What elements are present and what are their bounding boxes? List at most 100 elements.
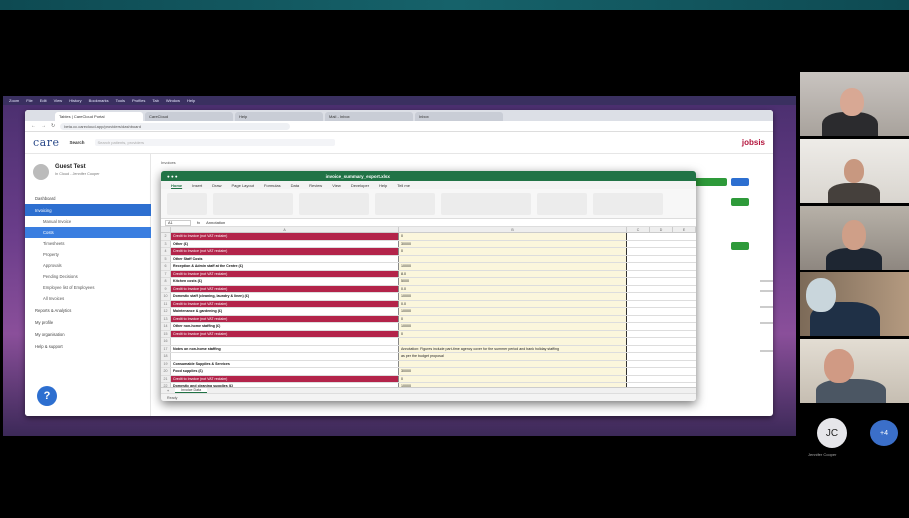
cell-empty[interactable] xyxy=(627,315,696,322)
sidebar-item-property[interactable]: Property xyxy=(25,249,151,260)
excel-tab-developer[interactable]: Developer xyxy=(351,183,369,188)
browser-tab[interactable]: Help xyxy=(235,112,323,121)
row-number[interactable]: 11 xyxy=(161,300,171,307)
cell-empty[interactable] xyxy=(627,345,696,352)
cell-value[interactable]: 10000 xyxy=(399,323,627,330)
clipboard-group[interactable] xyxy=(167,192,207,215)
cell-label[interactable]: Other Staff Costs xyxy=(171,255,399,262)
cell-empty[interactable] xyxy=(627,323,696,330)
cell-empty[interactable] xyxy=(627,263,696,270)
cell-label[interactable] xyxy=(171,353,399,360)
cell-label[interactable]: Reception & Admin staff at the Centre (£… xyxy=(171,263,399,270)
autosave-icon[interactable]: ● ● ● xyxy=(167,174,178,179)
row-number[interactable]: 19 xyxy=(161,360,171,367)
menubar-item[interactable]: History xyxy=(69,98,81,103)
styles-group[interactable] xyxy=(441,192,531,215)
forward-icon[interactable]: → xyxy=(41,123,46,129)
cell-value[interactable]: 10000 xyxy=(399,293,627,300)
excel-tab-data[interactable]: Data xyxy=(291,183,299,188)
sidebar-item-employee-list-of-employees[interactable]: Employee list of Employees xyxy=(25,282,151,293)
cell-label[interactable]: Credit to Invoice (not VAT reclaim) xyxy=(171,375,399,382)
sidebar-item-reports-analytics[interactable]: Reports & Analytics xyxy=(25,304,151,316)
select-all-corner[interactable] xyxy=(161,227,171,232)
sidebar-item-approvals[interactable]: Approvals xyxy=(25,260,151,271)
cell-empty[interactable] xyxy=(627,255,696,262)
cell-value[interactable]: 5000 xyxy=(399,278,627,285)
search-input[interactable]: Search patients, providers xyxy=(94,139,335,146)
row-number[interactable]: 18 xyxy=(161,353,171,360)
cell-label[interactable]: Credit to Invoice (not VAT reclaim) xyxy=(171,233,399,240)
url-field[interactable]: beta.cc.carecloud.app/providers/dashboar… xyxy=(60,122,291,130)
row-number[interactable]: 10 xyxy=(161,293,171,300)
blue-action-button[interactable] xyxy=(731,178,749,186)
cell-label[interactable]: Credit to Invoice (not VAT reclaim) xyxy=(171,300,399,307)
cell-empty[interactable] xyxy=(627,308,696,315)
row-number[interactable]: 17 xyxy=(161,345,171,352)
row-number[interactable]: 5 xyxy=(161,255,171,262)
cell-label[interactable]: Credit to Invoice (not VAT reclaim) xyxy=(171,330,399,337)
column-header[interactable]: A xyxy=(171,227,399,232)
reload-icon[interactable]: ↻ xyxy=(51,123,55,129)
sidebar-item-my-organisation[interactable]: My organisation xyxy=(25,328,151,340)
font-group[interactable] xyxy=(213,192,293,215)
menubar-item[interactable]: Help xyxy=(187,98,195,103)
row-number[interactable]: 8 xyxy=(161,278,171,285)
menubar-item[interactable]: Zoom xyxy=(9,98,19,103)
browser-tab[interactable]: Mail - Inbox xyxy=(325,112,413,121)
cell-value[interactable]: 30000 xyxy=(399,240,627,247)
cell-value[interactable]: 0 xyxy=(399,248,627,255)
column-header[interactable]: C xyxy=(627,227,650,232)
spreadsheet-grid[interactable]: 2 Credit to Invoice (not VAT reclaim) 0 3 Ot… xyxy=(161,233,696,401)
cell-value[interactable]: 0 xyxy=(399,233,627,240)
column-header[interactable]: E xyxy=(673,227,696,232)
row-number[interactable]: 21 xyxy=(161,375,171,382)
row-number[interactable]: 3 xyxy=(161,240,171,247)
row-number[interactable]: 6 xyxy=(161,263,171,270)
participant-video-5[interactable] xyxy=(800,339,909,403)
cell-label[interactable]: Other non-home staffing (£) xyxy=(171,323,399,330)
excel-tab-help[interactable]: Help xyxy=(379,183,387,188)
cell-label[interactable] xyxy=(171,338,399,345)
cell-label[interactable]: Other (£) xyxy=(171,240,399,247)
breadcrumb[interactable]: Invoices xyxy=(161,160,176,165)
cell-label[interactable]: Consumable Supplies & Services xyxy=(171,360,399,367)
editing-group[interactable] xyxy=(593,192,663,215)
cell-empty[interactable] xyxy=(627,360,696,367)
cell-label[interactable]: Credit to Invoice (not VAT reclaim) xyxy=(171,315,399,322)
cell-empty[interactable] xyxy=(627,293,696,300)
row-number[interactable]: 9 xyxy=(161,285,171,292)
cell-value[interactable] xyxy=(399,338,627,345)
cell-label[interactable]: Maintenance & gardening (£) xyxy=(171,308,399,315)
cell-label[interactable]: Credit to Invoice (not VAT reclaim) xyxy=(171,285,399,292)
cell-value[interactable]: 10000 xyxy=(399,308,627,315)
number-group[interactable] xyxy=(375,192,435,215)
row-number[interactable]: 12 xyxy=(161,308,171,315)
menubar-item[interactable]: Window xyxy=(166,98,180,103)
sidebar-item-pending-decisions[interactable]: Pending Decisions xyxy=(25,271,151,282)
menubar-item[interactable]: Edit xyxy=(40,98,47,103)
excel-tab-tell-me[interactable]: Tell me xyxy=(397,183,410,188)
formula-input[interactable]: Annotation xyxy=(206,220,225,225)
cell-empty[interactable] xyxy=(627,285,696,292)
excel-tab-home[interactable]: Home xyxy=(171,183,182,188)
row-number[interactable]: 13 xyxy=(161,315,171,322)
cell-empty[interactable] xyxy=(627,248,696,255)
row-number[interactable]: 15 xyxy=(161,330,171,337)
cell-value[interactable]: Annotation: Figures include part-time ag… xyxy=(399,345,627,352)
cell-value[interactable]: 0.0 xyxy=(399,285,627,292)
menubar-item[interactable]: File xyxy=(26,98,32,103)
participant-video-2[interactable] xyxy=(800,139,909,203)
menubar-item[interactable]: Profiles xyxy=(132,98,145,103)
cell-label[interactable]: Credit to Invoice (not VAT reclaim) xyxy=(171,248,399,255)
row-number[interactable]: 7 xyxy=(161,270,171,277)
cell-value[interactable]: 0 xyxy=(399,330,627,337)
menubar-item[interactable]: View xyxy=(54,98,63,103)
add-sheet-icon[interactable]: + xyxy=(167,389,169,393)
cell-value[interactable]: as per the budget proposal xyxy=(399,353,627,360)
cell-empty[interactable] xyxy=(627,368,696,375)
help-button[interactable]: ? xyxy=(37,386,57,406)
cell-empty[interactable] xyxy=(627,270,696,277)
excel-tab-insert[interactable]: Insert xyxy=(192,183,202,188)
cell-value[interactable]: 0 xyxy=(399,375,627,382)
cell-empty[interactable] xyxy=(627,300,696,307)
